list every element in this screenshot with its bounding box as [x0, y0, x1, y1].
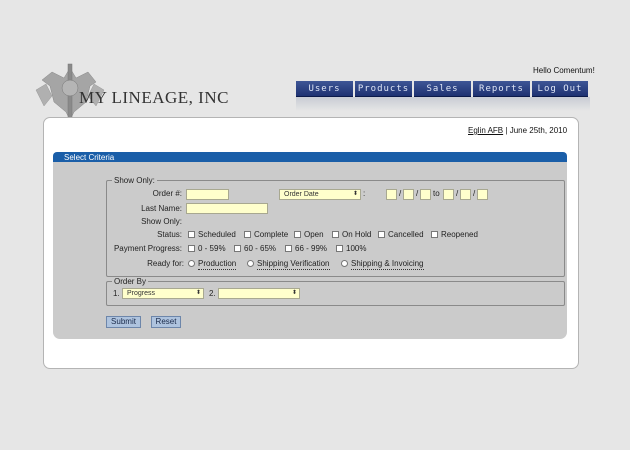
- status-option: Open: [304, 230, 324, 239]
- updown-arrow-icon: ⬍: [291, 290, 297, 296]
- updown-arrow-icon: ⬍: [195, 290, 201, 296]
- nav-products[interactable]: Products: [355, 81, 412, 97]
- greeting-text: Hello Comentum!: [533, 66, 595, 75]
- payment-option: 60 - 65%: [244, 244, 277, 253]
- sort-1-value: Progress: [127, 290, 156, 297]
- date-type-select[interactable]: Order Date ⬍: [279, 189, 361, 200]
- sort-1-number: 1.: [113, 289, 120, 298]
- location-link[interactable]: Eglin AFB: [468, 126, 503, 135]
- nav-users[interactable]: Users: [296, 81, 353, 97]
- from-year-input[interactable]: [420, 189, 431, 200]
- date-sep: /: [473, 189, 476, 198]
- payment-60-65-checkbox[interactable]: [234, 245, 241, 252]
- from-day-input[interactable]: [403, 189, 414, 200]
- to-year-input[interactable]: [477, 189, 488, 200]
- status-option: Scheduled: [198, 230, 236, 239]
- payment-66-99-checkbox[interactable]: [285, 245, 292, 252]
- nav-sales[interactable]: Sales: [414, 81, 471, 97]
- date-type-value: Order Date: [284, 191, 319, 198]
- date-sep: /: [399, 189, 402, 198]
- last-name-input[interactable]: [186, 203, 268, 214]
- status-scheduled-checkbox[interactable]: [188, 231, 195, 238]
- date-colon: :: [363, 189, 366, 198]
- ready-option: Shipping & Invoicing: [351, 259, 424, 270]
- payment-0-59-checkbox[interactable]: [188, 245, 195, 252]
- location-separator: |: [505, 126, 508, 135]
- updown-arrow-icon: ⬍: [352, 191, 358, 197]
- criteria-header: Select Criteria: [53, 152, 567, 162]
- status-option: Reopened: [441, 230, 478, 239]
- status-option: Cancelled: [388, 230, 424, 239]
- last-name-label: Last Name:: [141, 204, 182, 213]
- to-month-input[interactable]: [443, 189, 454, 200]
- payment-option: 66 - 99%: [295, 244, 328, 253]
- order-by-legend: Order By: [112, 277, 149, 286]
- date-sep: /: [416, 189, 419, 198]
- ready-option: Production: [198, 259, 237, 270]
- status-reopened-checkbox[interactable]: [431, 231, 438, 238]
- show-only-label: Show Only:: [141, 217, 182, 226]
- nav-logout[interactable]: Log Out: [532, 81, 588, 97]
- brand-name: MY LINEAGE, INC: [79, 88, 229, 107]
- order-number-input[interactable]: [186, 189, 229, 200]
- ready-production-radio[interactable]: [188, 260, 195, 267]
- main-nav: Users Products Sales Reports Log Out: [296, 81, 588, 97]
- payment-progress-label: Payment Progress:: [113, 244, 182, 253]
- show-only-legend: Show Only:: [112, 176, 157, 185]
- ready-option: Shipping Verification: [257, 259, 330, 270]
- sort-2-select[interactable]: ⬍: [218, 288, 300, 299]
- status-complete-checkbox[interactable]: [244, 231, 251, 238]
- payment-option: 0 - 59%: [198, 244, 226, 253]
- reset-button[interactable]: Reset: [151, 316, 181, 328]
- date-to-label: to: [433, 189, 440, 198]
- payment-100-checkbox[interactable]: [336, 245, 343, 252]
- sort-1-select[interactable]: Progress ⬍: [122, 288, 204, 299]
- status-open-checkbox[interactable]: [294, 231, 301, 238]
- status-option: Complete: [254, 230, 289, 239]
- ready-shipping-verification-radio[interactable]: [247, 260, 254, 267]
- status-on-hold-checkbox[interactable]: [332, 231, 339, 238]
- to-day-input[interactable]: [460, 189, 471, 200]
- nav-reflection: [296, 97, 590, 111]
- order-number-label: Order #:: [152, 189, 182, 198]
- sort-2-number: 2.: [209, 289, 216, 298]
- ready-for-label: Ready for:: [147, 259, 184, 268]
- from-month-input[interactable]: [386, 189, 397, 200]
- ready-shipping-invoicing-radio[interactable]: [341, 260, 348, 267]
- status-cancelled-checkbox[interactable]: [378, 231, 385, 238]
- payment-option: 100%: [346, 244, 367, 253]
- status-option: On Hold: [342, 230, 372, 239]
- nav-reports[interactable]: Reports: [473, 81, 530, 97]
- current-date: June 25th, 2010: [509, 126, 568, 135]
- location-line: Eglin AFB | June 25th, 2010: [468, 126, 567, 135]
- date-sep: /: [456, 189, 459, 198]
- status-label: Status:: [157, 230, 182, 239]
- submit-button[interactable]: Submit: [106, 316, 141, 328]
